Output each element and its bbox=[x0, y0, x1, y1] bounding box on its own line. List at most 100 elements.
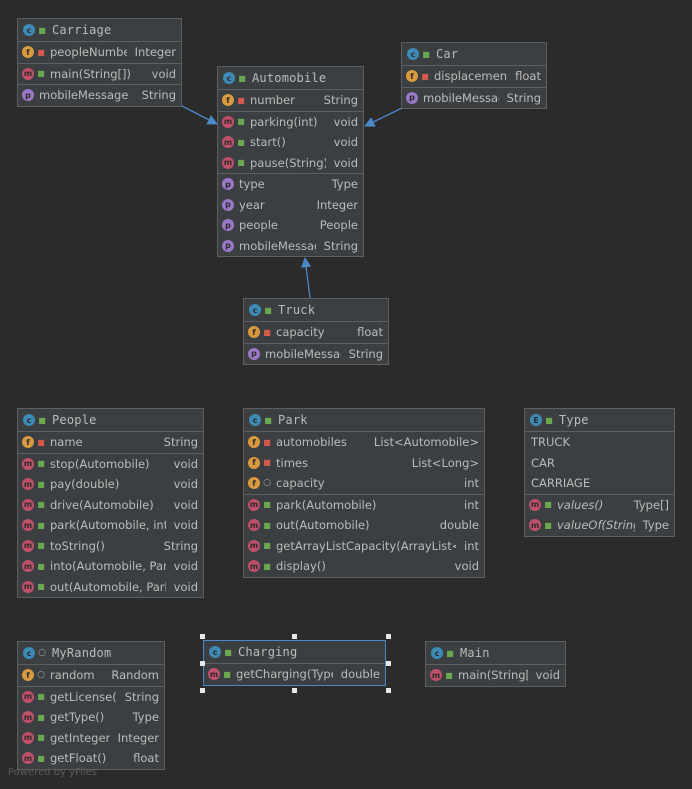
enum-constant[interactable]: CARRIAGE bbox=[525, 473, 674, 494]
public-access-icon: ■ bbox=[37, 692, 45, 702]
field-row[interactable]: f ■ number String bbox=[218, 90, 363, 111]
field-icon: f bbox=[222, 94, 234, 107]
public-access-icon: ■ bbox=[237, 158, 245, 168]
method-row[interactable]: m ■ out(Automobile) double bbox=[244, 515, 484, 536]
method-row[interactable]: m ■ display() void bbox=[244, 556, 484, 577]
selection-handle[interactable] bbox=[386, 661, 391, 666]
class-name: Main bbox=[460, 646, 490, 660]
property-row[interactable]: pmobileMessageString bbox=[18, 85, 181, 106]
public-access-icon: ■ bbox=[238, 73, 246, 83]
method-row[interactable]: m■getInteger()Integer bbox=[18, 728, 164, 749]
method-icon: m bbox=[222, 115, 234, 128]
class-main[interactable]: c■ Main m■main(String[])void bbox=[425, 641, 566, 687]
method-icon: m bbox=[22, 539, 34, 552]
public-access-icon: ■ bbox=[37, 459, 45, 469]
class-automobile[interactable]: c ■ Automobile f ■ number String m ■ parking(i… bbox=[217, 66, 364, 257]
enum-type[interactable]: E ■ Type TRUCK CAR CARRIAGE m ■ values() Typ… bbox=[524, 408, 675, 537]
selection-handle[interactable] bbox=[292, 634, 297, 639]
method-row[interactable]: m ■ getCharging(Type) double bbox=[204, 664, 385, 685]
method-row[interactable]: m ■ toString() String bbox=[18, 536, 203, 557]
method-icon: m bbox=[248, 519, 260, 532]
method-row[interactable]: m ■ values() Type[] bbox=[525, 495, 674, 516]
class-charging[interactable]: c ■ Charging m ■ getCharging(Type) double bbox=[203, 640, 386, 686]
method-icon: m bbox=[529, 519, 541, 532]
method-row[interactable]: m ■ drive(Automobile) void bbox=[18, 495, 203, 516]
field-row[interactable]: f ■ capacity float bbox=[244, 322, 388, 343]
property-row[interactable]: p people People bbox=[218, 215, 363, 236]
class-truck[interactable]: c■ Truck f■capacityfloat pmobileMessageS… bbox=[243, 298, 389, 365]
public-access-icon: ■ bbox=[38, 415, 46, 425]
field-row[interactable]: f ○ capacity int bbox=[244, 473, 484, 494]
property-row[interactable]: p year Integer bbox=[218, 195, 363, 216]
package-access-icon: ○ bbox=[37, 670, 45, 681]
field-row[interactable]: f ○ random Random bbox=[18, 665, 164, 686]
method-row[interactable]: m ■ out(Automobile, Park) void bbox=[18, 577, 203, 598]
field-row[interactable]: f ■ name String bbox=[18, 432, 203, 453]
public-access-icon: ■ bbox=[37, 520, 45, 530]
method-row[interactable]: m■valueOf(String)Type bbox=[525, 515, 674, 536]
public-access-icon: ■ bbox=[223, 669, 231, 679]
field-row[interactable]: f ■ automobiles List<Automobile> bbox=[244, 432, 484, 453]
property-row[interactable]: pmobileMessageString bbox=[244, 344, 388, 365]
method-icon: m bbox=[22, 711, 34, 724]
private-access-icon: ■ bbox=[237, 95, 245, 105]
field-row[interactable]: f ■ displacement float bbox=[402, 66, 546, 87]
method-icon: m bbox=[529, 498, 541, 511]
method-row[interactable]: m ■ getFloat() float bbox=[18, 748, 164, 769]
method-row[interactable]: m ■ stop(Automobile) void bbox=[18, 454, 203, 475]
method-row[interactable]: m ■ getType() Type bbox=[18, 707, 164, 728]
method-icon: m bbox=[248, 498, 260, 511]
enum-constant[interactable]: CAR bbox=[525, 453, 674, 474]
public-access-icon: ■ bbox=[37, 69, 45, 79]
method-row[interactable]: m■getArrayListCapacity(ArrayList<?>)int bbox=[244, 536, 484, 557]
public-access-icon: ■ bbox=[237, 137, 245, 147]
selection-handle[interactable] bbox=[386, 688, 391, 693]
method-row[interactable]: m ■ parking(int) void bbox=[218, 112, 363, 133]
class-name: People bbox=[52, 413, 97, 427]
public-access-icon: ■ bbox=[37, 561, 45, 571]
field-row[interactable]: f ■ times List<Long> bbox=[244, 453, 484, 474]
field-row[interactable]: f■peopleNumberInteger bbox=[18, 42, 181, 63]
property-row[interactable]: pmobileMessageString bbox=[218, 236, 363, 257]
class-main-header: c ■ Main bbox=[426, 642, 565, 665]
method-icon: m bbox=[22, 498, 34, 511]
method-row[interactable]: m ■ pay(double) void bbox=[18, 474, 203, 495]
class-car[interactable]: c■ Car f■displacementfloat pmobileMessag… bbox=[401, 42, 547, 109]
selection-handle[interactable] bbox=[200, 688, 205, 693]
method-row[interactable]: m ■ pause(String) void bbox=[218, 153, 363, 174]
class-name: Automobile bbox=[252, 71, 327, 85]
class-carriage[interactable]: c■ Carriage f■peopleNumberInteger m■main… bbox=[17, 18, 182, 107]
class-myrandom[interactable]: c ○ MyRandom f ○ random Random m ■ getLicense(… bbox=[17, 641, 165, 770]
public-access-icon: ■ bbox=[545, 415, 553, 425]
class-name: Charging bbox=[238, 645, 298, 659]
class-people[interactable]: c ■ People f ■ name String m ■ stop(Automobile… bbox=[17, 408, 204, 598]
public-access-icon: ■ bbox=[224, 647, 232, 657]
property-row[interactable]: pmobileMessageString bbox=[402, 88, 546, 109]
method-row[interactable]: m■into(Automobile, Park)void bbox=[18, 556, 203, 577]
method-row[interactable]: m■main(String[])void bbox=[426, 665, 565, 686]
selection-handle[interactable] bbox=[200, 634, 205, 639]
private-access-icon: ■ bbox=[37, 437, 45, 447]
method-row[interactable]: m■main(String[])void bbox=[18, 64, 181, 85]
public-access-icon: ■ bbox=[263, 561, 271, 571]
edge-carriage-automobile bbox=[177, 103, 218, 125]
method-row[interactable]: m ■ getLicense() String bbox=[18, 687, 164, 708]
property-row[interactable]: p type Type bbox=[218, 174, 363, 195]
selection-handle[interactable] bbox=[200, 661, 205, 666]
method-icon: m bbox=[222, 136, 234, 149]
method-icon: m bbox=[22, 519, 34, 532]
method-row[interactable]: m ■ park(Automobile) int bbox=[244, 495, 484, 516]
method-icon: m bbox=[22, 752, 34, 765]
field-icon: f bbox=[22, 436, 34, 449]
method-icon: m bbox=[22, 67, 34, 80]
package-access-icon: ○ bbox=[263, 478, 271, 489]
method-icon: m bbox=[22, 731, 34, 744]
method-icon: m bbox=[22, 478, 34, 491]
method-row[interactable]: m ■ start() void bbox=[218, 132, 363, 153]
class-park[interactable]: c ■ Park f ■ automobiles List<Automobile> f ■… bbox=[243, 408, 485, 578]
public-access-icon: ■ bbox=[37, 712, 45, 722]
enum-constant[interactable]: TRUCK bbox=[525, 432, 674, 453]
method-row[interactable]: m ■ park(Automobile, int) void bbox=[18, 515, 203, 536]
selection-handle[interactable] bbox=[386, 634, 391, 639]
selection-handle[interactable] bbox=[292, 688, 297, 693]
